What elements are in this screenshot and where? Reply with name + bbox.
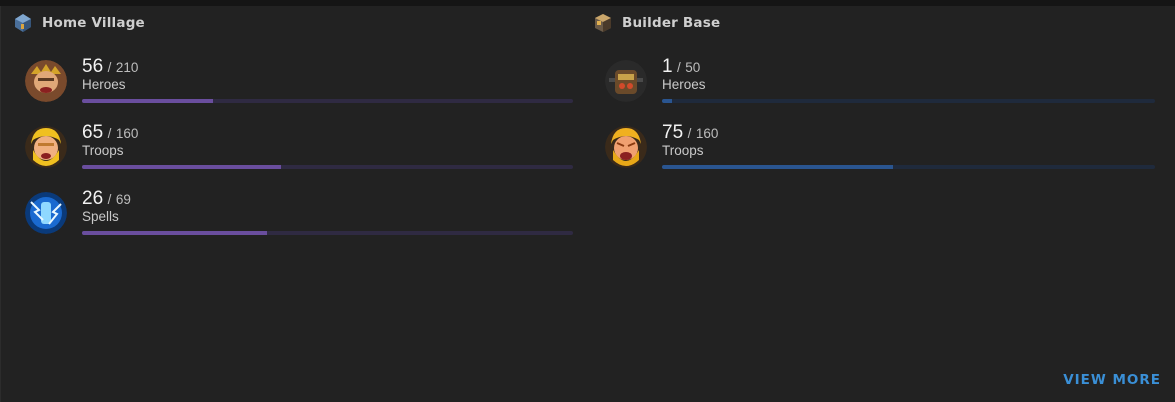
section-title: Builder Base	[622, 15, 721, 31]
home-village-icon	[15, 14, 31, 32]
barbarian-king-icon	[25, 60, 67, 102]
stat-total: 160	[695, 126, 719, 141]
progress-bar	[82, 99, 573, 103]
raged-barbarian-icon	[605, 126, 647, 168]
stat-separator: /	[677, 60, 681, 75]
progress-bar-fill	[662, 165, 894, 169]
stat-label: Troops	[662, 143, 704, 158]
stat-label: Heroes	[662, 77, 706, 92]
builder-base-header: Builder Base	[592, 12, 720, 34]
progress-bar-fill	[662, 99, 672, 103]
battle-machine-icon	[605, 60, 647, 102]
stat-count: 65	[82, 122, 104, 143]
lightning-spell-icon	[25, 192, 67, 234]
stat-total: 69	[115, 192, 131, 207]
section-title: Home Village	[42, 15, 145, 31]
stat-separator: /	[687, 126, 692, 141]
progress-bar	[662, 99, 1155, 103]
stat-heroes: 1 / 50 Heroes	[605, 56, 1175, 114]
progress-bar	[662, 165, 1155, 169]
home-village-header: Home Village	[12, 12, 145, 34]
barbarian-icon	[25, 126, 67, 168]
view-more-link[interactable]: VIEW MORE	[1063, 372, 1161, 388]
stat-separator: /	[107, 60, 112, 75]
stat-label: Spells	[82, 209, 119, 224]
progress-card: Home Village 56 / 210 Heroes 65 / 160 Tr…	[0, 6, 1175, 402]
stat-separator: /	[107, 192, 112, 207]
stat-total: 210	[115, 60, 139, 75]
stat-count: 56	[82, 56, 104, 77]
stat-count: 75	[662, 122, 684, 143]
progress-bar-fill	[82, 165, 282, 169]
stat-count: 1	[662, 56, 673, 77]
progress-bar-fill	[82, 99, 214, 103]
stat-separator: /	[107, 126, 112, 141]
stat-troops: 65 / 160 Troops	[25, 122, 585, 180]
stat-count: 26	[82, 188, 104, 209]
stat-label: Troops	[82, 143, 124, 158]
stat-troops: 75 / 160 Troops	[605, 122, 1175, 180]
builder-base-icon	[595, 14, 611, 32]
stat-total: 160	[115, 126, 139, 141]
stat-label: Heroes	[82, 77, 126, 92]
progress-bar	[82, 165, 573, 169]
stat-heroes: 56 / 210 Heroes	[25, 56, 585, 114]
progress-bar	[82, 231, 573, 235]
stat-spells: 26 / 69 Spells	[25, 188, 585, 246]
progress-bar-fill	[82, 231, 268, 235]
stat-total: 50	[685, 60, 701, 75]
